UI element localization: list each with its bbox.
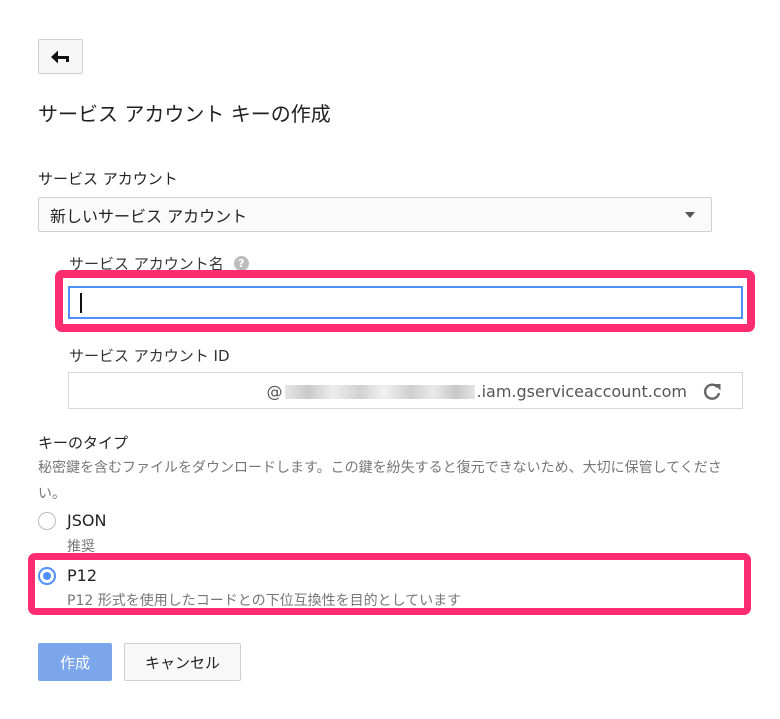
create-button[interactable]: 作成 [38,643,112,681]
account-id-label: サービス アカウント ID [69,347,230,365]
p12-radio[interactable] [38,567,56,585]
refresh-icon[interactable] [702,382,722,402]
page-title: サービス アカウント キーの作成 [38,102,331,126]
p12-option-sub: P12 形式を使用したコードとの下位互換性を目的としています [67,593,462,609]
key-type-label: キーのタイプ [38,434,129,452]
service-account-selected-value: 新しいサービス アカウント [50,206,248,226]
text-cursor [80,293,82,313]
back-arrow-icon [50,50,69,63]
help-icon[interactable]: ? [233,256,249,271]
json-option-label[interactable]: JSON [67,511,106,530]
account-id-prefix: @ [266,382,283,401]
account-id-text: @ .iam.gserviceaccount.com [267,382,687,401]
redacted-account-id [284,384,475,399]
account-name-input[interactable] [68,286,743,319]
account-id-field[interactable]: @ .iam.gserviceaccount.com [68,372,743,409]
key-type-description: 秘密鍵を含むファイルをダウンロードします。この鍵を紛失すると復元できないため、大… [38,460,722,502]
service-account-select[interactable]: 新しいサービス アカウント [38,197,712,232]
p12-option-label[interactable]: P12 [67,566,97,585]
cancel-button[interactable]: キャンセル [124,643,241,681]
dropdown-caret-icon [685,212,695,218]
account-id-suffix: .iam.gserviceaccount.com [476,382,687,401]
back-button[interactable] [38,39,83,74]
json-radio[interactable] [38,512,56,530]
service-account-label: サービス アカウント [38,170,178,188]
